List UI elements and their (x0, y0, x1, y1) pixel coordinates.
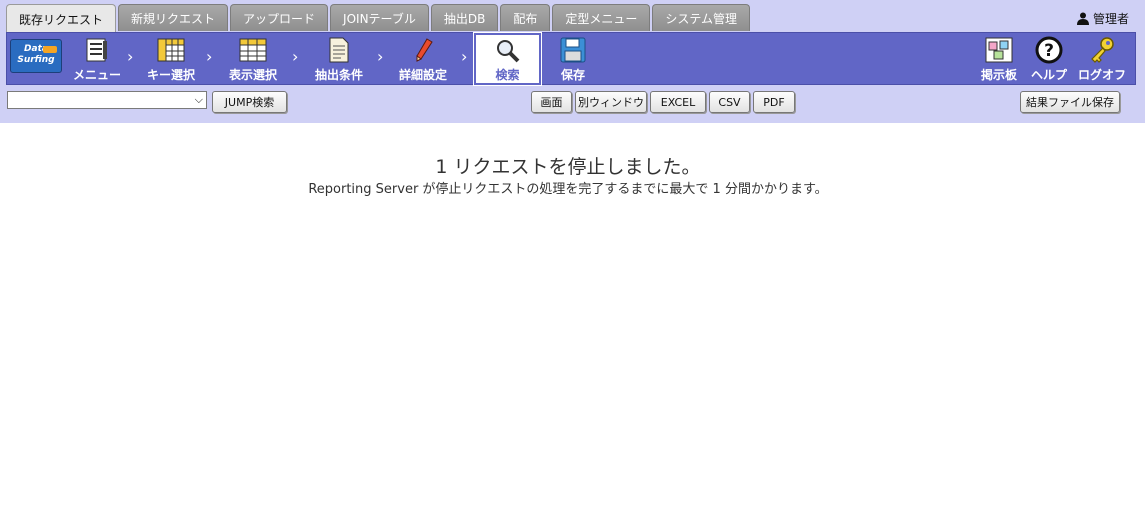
step-separator-icon: › (292, 47, 299, 66)
screen-output-button[interactable]: 画面 (531, 91, 572, 113)
step-search[interactable]: 検索 (473, 32, 542, 86)
document-icon (329, 37, 349, 63)
bulletin-board-icon (985, 37, 1013, 63)
step-detail-settings[interactable]: 詳細設定 (393, 33, 453, 85)
main-toolbar: Data Surfing メニュー › キー選択 › 表示選択 › 抽出条件 ›… (6, 32, 1136, 86)
save-result-file-button[interactable]: 結果ファイル保存 (1020, 91, 1120, 113)
current-user: 管理者 (1076, 10, 1129, 27)
app-logo: Data Surfing (10, 39, 62, 73)
step-key-select-label: キー選択 (146, 68, 195, 82)
status-message-title: 1 リクエストを停止しました。 (435, 156, 701, 178)
status-message-subtitle: Reporting Server が停止リクエストの処理を完了するまでに最大で … (308, 182, 828, 197)
tab-fixed-menu[interactable]: 定型メニュー (552, 4, 651, 31)
pdf-output-button[interactable]: PDF (753, 91, 795, 113)
step-display-select[interactable]: 表示選択 (223, 33, 283, 85)
step-save-label: 保存 (560, 68, 585, 82)
new-window-output-button[interactable]: 別ウィンドウ (575, 91, 647, 113)
user-name: 管理者 (1092, 12, 1129, 26)
tab-new-request[interactable]: 新規リクエスト (118, 4, 229, 31)
display-grid-icon (239, 38, 267, 62)
tab-system-admin[interactable]: システム管理 (652, 4, 750, 31)
tab-join-table[interactable]: JOINテーブル (330, 4, 429, 31)
step-extract-conditions[interactable]: 抽出条件 (309, 33, 369, 85)
step-separator-icon: › (206, 47, 213, 66)
csv-output-button[interactable]: CSV (709, 91, 750, 113)
step-separator-icon: › (461, 47, 468, 66)
tab-extract-db[interactable]: 抽出DB (430, 4, 499, 31)
help-button[interactable]: ? ヘルプ (1027, 33, 1071, 85)
jump-select[interactable]: ⌵ (7, 91, 207, 109)
menu-list-icon (86, 38, 107, 62)
bulletin-board-button[interactable]: 掲示板 (973, 33, 1025, 85)
key-icon (1091, 37, 1114, 63)
svg-text:?: ? (1044, 41, 1054, 61)
floppy-icon (560, 37, 586, 63)
step-search-label: 検索 (495, 68, 520, 82)
key-grid-icon (157, 38, 185, 62)
step-detail-settings-label: 詳細設定 (398, 68, 447, 82)
step-menu[interactable]: メニュー (73, 33, 121, 85)
magnifier-icon (496, 40, 519, 63)
tab-distribution[interactable]: 配布 (500, 4, 551, 31)
pencil-icon (416, 38, 433, 62)
chevron-down-icon: ⌵ (194, 93, 203, 106)
jump-search-button[interactable]: JUMP検索 (212, 91, 287, 113)
main-tab-bar: 既存リクエスト 新規リクエスト アップロード JOINテーブル 抽出DB 配布 … (6, 4, 752, 33)
logoff-button[interactable]: ログオフ (1077, 33, 1127, 85)
help-icon: ? (1035, 36, 1063, 64)
logoff-label: ログオフ (1077, 68, 1126, 82)
step-menu-label: メニュー (73, 68, 122, 82)
excel-output-button[interactable]: EXCEL (650, 91, 706, 113)
tab-existing-requests[interactable]: 既存リクエスト (6, 4, 117, 33)
user-icon (1076, 12, 1089, 25)
tab-upload[interactable]: アップロード (230, 4, 329, 31)
control-row: ⌵ JUMP検索 画面 別ウィンドウ EXCEL CSV PDF 結果ファイル保… (0, 89, 1145, 117)
step-separator-icon: › (377, 47, 384, 66)
step-display-select-label: 表示選択 (228, 68, 277, 82)
step-save[interactable]: 保存 (547, 33, 599, 85)
step-extract-conditions-label: 抽出条件 (314, 68, 363, 82)
step-separator-icon: › (127, 47, 134, 66)
help-label: ヘルプ (1030, 68, 1067, 82)
bulletin-board-label: 掲示板 (980, 68, 1017, 82)
step-key-select[interactable]: キー選択 (143, 33, 199, 85)
